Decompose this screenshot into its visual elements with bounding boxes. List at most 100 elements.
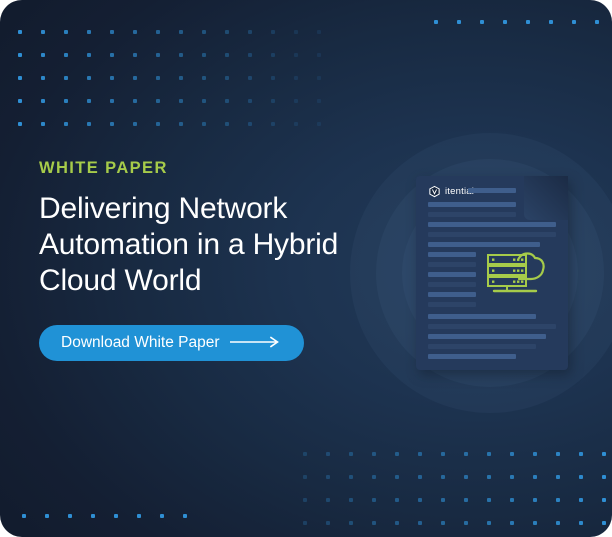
- pattern-dot: [110, 53, 114, 57]
- pattern-dot: [349, 521, 353, 525]
- pattern-dot: [64, 30, 68, 34]
- pattern-dot: [225, 76, 229, 80]
- arrow-right-icon: [229, 336, 279, 348]
- pattern-dot: [418, 498, 422, 502]
- pattern-dot: [317, 99, 321, 103]
- pattern-dot: [179, 30, 183, 34]
- pattern-dot: [294, 53, 298, 57]
- pattern-dot: [183, 514, 187, 518]
- document-text-line: [428, 324, 556, 329]
- pattern-dot: [349, 498, 353, 502]
- pattern-dot: [317, 76, 321, 80]
- pattern-dot: [294, 30, 298, 34]
- pattern-dot: [45, 514, 49, 518]
- pattern-dot: [572, 20, 576, 24]
- document-text-line: [428, 232, 556, 237]
- document-text-line: [428, 344, 536, 349]
- pattern-dot: [487, 475, 491, 479]
- pattern-dot: [22, 514, 26, 518]
- white-paper-document-illustration: itential ®: [416, 176, 571, 375]
- pattern-dot: [317, 30, 321, 34]
- pattern-dot: [91, 514, 95, 518]
- banner-content: WHITE PAPER Delivering Network Automatio…: [39, 160, 369, 361]
- pattern-dot: [18, 30, 22, 34]
- pattern-dot: [64, 122, 68, 126]
- pattern-dot: [41, 30, 45, 34]
- pattern-dot: [179, 99, 183, 103]
- pattern-dot: [160, 514, 164, 518]
- document-text-line: [468, 188, 516, 193]
- pattern-dot: [441, 475, 445, 479]
- pattern-dot: [510, 498, 514, 502]
- pattern-dot: [464, 498, 468, 502]
- pattern-dot: [533, 475, 537, 479]
- pattern-dot: [395, 498, 399, 502]
- pattern-dot: [372, 521, 376, 525]
- pattern-dot: [487, 521, 491, 525]
- pattern-dot: [372, 475, 376, 479]
- eyebrow-label: WHITE PAPER: [39, 159, 168, 177]
- pattern-dot: [464, 452, 468, 456]
- pattern-dot: [457, 20, 461, 24]
- document-text-line: [428, 252, 476, 257]
- pattern-dot: [110, 122, 114, 126]
- pattern-dot: [133, 76, 137, 80]
- pattern-dot: [202, 122, 206, 126]
- white-paper-promo-banner: WHITE PAPER Delivering Network Automatio…: [0, 0, 612, 537]
- pattern-dot: [510, 475, 514, 479]
- pattern-dot: [533, 452, 537, 456]
- pattern-dot: [294, 99, 298, 103]
- pattern-dot: [179, 122, 183, 126]
- pattern-dot: [156, 76, 160, 80]
- pattern-dot: [87, 76, 91, 80]
- pattern-dot: [271, 99, 275, 103]
- pattern-dot: [225, 30, 229, 34]
- pattern-dot: [579, 452, 583, 456]
- pattern-dot: [271, 122, 275, 126]
- pattern-dot: [349, 452, 353, 456]
- pattern-dot: [202, 53, 206, 57]
- pattern-dot: [156, 30, 160, 34]
- pattern-dot: [156, 122, 160, 126]
- pattern-dot: [41, 99, 45, 103]
- download-white-paper-button[interactable]: Download White Paper: [39, 324, 304, 361]
- pattern-dot: [18, 76, 22, 80]
- pattern-dot: [68, 514, 72, 518]
- pattern-dot: [556, 521, 560, 525]
- pattern-dot: [556, 498, 560, 502]
- page-title: Delivering Network Automation in a Hybri…: [39, 191, 339, 297]
- pattern-dot: [303, 498, 307, 502]
- pattern-dot: [225, 122, 229, 126]
- document-text-line: [428, 222, 556, 227]
- pattern-dot: [110, 76, 114, 80]
- pattern-dot: [156, 53, 160, 57]
- pattern-dot: [110, 99, 114, 103]
- pattern-dot: [202, 76, 206, 80]
- document-folded-corner: [524, 176, 568, 220]
- pattern-dot: [510, 452, 514, 456]
- pattern-dot: [372, 452, 376, 456]
- pattern-dot: [480, 20, 484, 24]
- document-text-line: [428, 202, 516, 207]
- document-text-line: [428, 302, 476, 307]
- itential-cube-icon: [429, 185, 440, 198]
- pattern-dot: [602, 475, 606, 479]
- pattern-dot: [225, 99, 229, 103]
- pattern-dot: [225, 53, 229, 57]
- pattern-dot: [41, 53, 45, 57]
- pattern-dot: [487, 498, 491, 502]
- pattern-dot: [326, 475, 330, 479]
- pattern-dot: [503, 20, 507, 24]
- document-text-line: [428, 242, 540, 247]
- pattern-dot: [326, 452, 330, 456]
- pattern-dot: [418, 521, 422, 525]
- pattern-dot: [549, 20, 553, 24]
- pattern-dot: [133, 99, 137, 103]
- pattern-dot: [248, 76, 252, 80]
- pattern-dot: [326, 521, 330, 525]
- document-text-line: [428, 212, 516, 217]
- pattern-dot: [64, 76, 68, 80]
- pattern-dot: [133, 122, 137, 126]
- pattern-dot: [87, 30, 91, 34]
- document-text-line: [428, 292, 476, 297]
